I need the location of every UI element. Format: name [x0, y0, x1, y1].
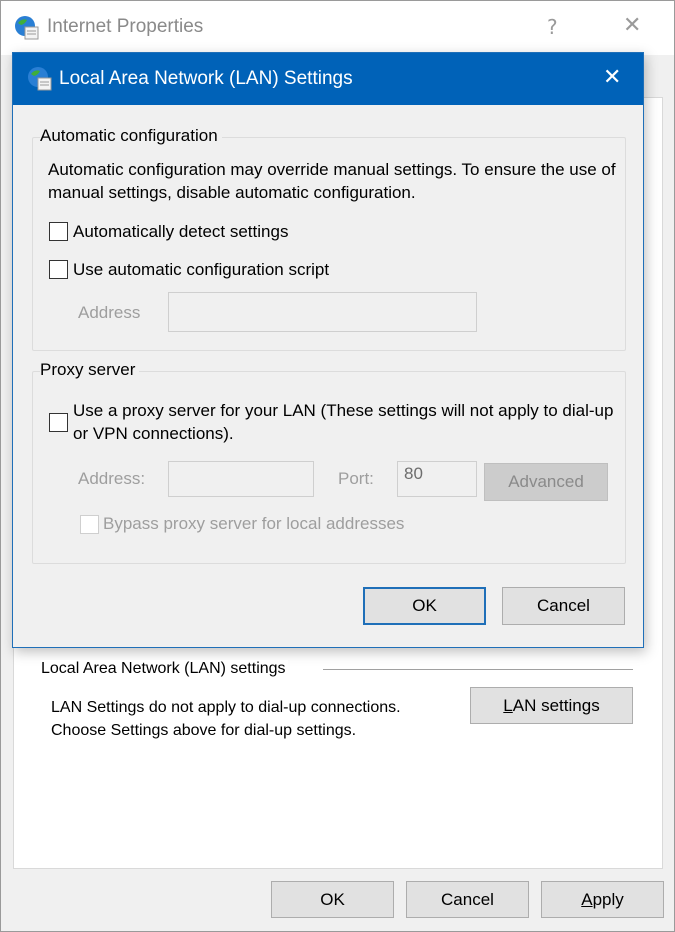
lan-dialog-title: Local Area Network (LAN) Settings: [59, 68, 353, 89]
lan-settings-dialog: Local Area Network (LAN) Settings ✕ Auto…: [12, 52, 644, 648]
use-proxy-label[interactable]: Use a proxy server for your LAN (These s…: [73, 399, 623, 445]
auto-detect-settings-label[interactable]: Automatically detect settings: [73, 220, 288, 243]
script-address-label: Address: [78, 303, 141, 322]
lan-cancel-button[interactable]: Cancel: [502, 587, 625, 625]
apply-accel: A: [581, 889, 593, 909]
lan-settings-description: LAN Settings do not apply to dial-up con…: [51, 699, 401, 739]
bypass-local-label[interactable]: Bypass proxy server for local addresses: [103, 512, 404, 535]
advanced-button[interactable]: Advanced: [484, 463, 608, 501]
lan-settings-accel: L: [503, 695, 513, 715]
parent-cancel-button[interactable]: Cancel: [406, 881, 529, 918]
lan-settings-group-label: Local Area Network (LAN) settings: [41, 660, 288, 678]
use-config-script-checkbox[interactable]: [49, 260, 68, 279]
proxy-port-label: Port:: [338, 469, 374, 488]
parent-close-button[interactable]: ✕: [623, 13, 641, 38]
proxy-port-input[interactable]: 80: [397, 461, 477, 497]
bypass-local-checkbox[interactable]: [80, 515, 99, 534]
help-button[interactable]: ?: [547, 15, 558, 39]
apply-button[interactable]: Apply: [541, 881, 664, 918]
lan-group-divider: [323, 669, 633, 670]
proxy-address-label: Address:: [78, 469, 146, 488]
use-config-script-label[interactable]: Use automatic configuration script: [73, 258, 329, 281]
automatic-configuration-description: Automatic configuration may override man…: [48, 160, 616, 202]
auto-detect-settings-checkbox[interactable]: [49, 222, 68, 241]
automatic-configuration-label: Automatic configuration: [40, 126, 222, 146]
internet-options-globe-icon: [28, 67, 52, 91]
parent-window-title: Internet Properties: [47, 16, 204, 37]
internet-options-globe-icon: [15, 16, 39, 40]
use-proxy-checkbox[interactable]: [49, 413, 68, 432]
parent-title-bar: Internet Properties ? ✕: [1, 1, 674, 55]
lan-ok-button[interactable]: OK: [363, 587, 486, 625]
lan-settings-button[interactable]: L AN settings: [470, 687, 633, 724]
lan-dialog-title-bar[interactable]: Local Area Network (LAN) Settings ✕: [13, 53, 643, 105]
apply-label: pply: [592, 889, 624, 909]
lan-settings-label: AN settings: [512, 695, 600, 715]
lan-dialog-close-button[interactable]: ✕: [603, 65, 621, 90]
proxy-server-label: Proxy server: [40, 360, 140, 380]
proxy-address-input[interactable]: [168, 461, 314, 497]
parent-ok-button[interactable]: OK: [271, 881, 394, 918]
script-address-input[interactable]: [168, 292, 477, 332]
